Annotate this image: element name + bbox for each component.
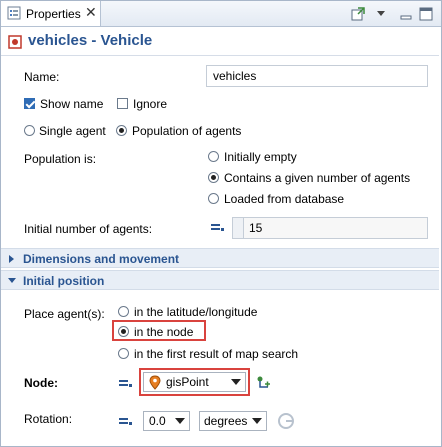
gis-point-icon <box>149 375 161 390</box>
section-dimensions-and-movement[interactable]: Dimensions and movement <box>1 248 439 268</box>
tab-properties[interactable]: Properties ✕ <box>1 1 101 26</box>
initially-empty-radio[interactable] <box>208 151 219 162</box>
static-value-icon[interactable] <box>118 376 134 390</box>
rotation-unit: degrees <box>204 414 248 428</box>
ignore-label: Ignore <box>133 97 168 111</box>
show-name-label: Show name <box>40 97 104 111</box>
field-gutter <box>233 218 244 238</box>
loaded-from-database-label: Loaded from database <box>224 192 345 206</box>
agent-type-icon <box>8 35 22 49</box>
ignore-checkbox[interactable] <box>117 98 128 109</box>
show-name-checkbox[interactable] <box>24 98 35 109</box>
in-the-node-radio[interactable] <box>118 326 129 337</box>
chevron-down-icon <box>231 379 241 385</box>
collapse-arrow-icon <box>8 278 16 283</box>
node-label: Node: <box>24 376 58 390</box>
title-divider <box>1 55 439 56</box>
latitude-longitude-label: in the latitude/longitude <box>134 305 258 319</box>
chevron-down-icon <box>175 418 185 424</box>
latitude-longitude-radio[interactable] <box>118 306 129 317</box>
select-on-map-icon[interactable] <box>256 375 272 391</box>
section-initial-position-label: Initial position <box>23 274 105 288</box>
given-number-label: Contains a given number of agents <box>224 171 411 185</box>
single-agent-radio[interactable] <box>24 125 35 136</box>
single-agent-label: Single agent <box>39 124 106 138</box>
section-dimensions-label: Dimensions and movement <box>23 252 180 266</box>
in-the-node-label: in the node <box>134 325 194 339</box>
view-menu-icon[interactable] <box>375 7 387 21</box>
rotation-value: 0.0 <box>149 414 166 428</box>
name-field[interactable]: vehicles <box>206 65 428 87</box>
population-of-agents-radio[interactable] <box>116 125 127 136</box>
rotation-dial-icon[interactable] <box>276 411 296 431</box>
map-search-label: in the first result of map search <box>134 347 299 361</box>
initial-number-value: 15 <box>249 221 263 235</box>
page-title: vehicles - Vehicle <box>28 32 153 49</box>
node-select[interactable]: gisPoint <box>143 372 246 392</box>
given-number-radio[interactable] <box>208 172 219 183</box>
minimize-icon[interactable] <box>399 7 413 21</box>
rotation-label: Rotation: <box>24 412 73 426</box>
tab-label: Properties <box>26 7 81 21</box>
static-value-icon[interactable] <box>210 220 226 234</box>
name-label: Name: <box>24 70 60 84</box>
expand-arrow-icon <box>9 255 14 263</box>
chevron-down-icon <box>252 418 262 424</box>
population-of-agents-label: Population of agents <box>132 124 242 138</box>
rotation-unit-select[interactable]: degrees <box>199 411 267 431</box>
maximize-icon[interactable] <box>419 7 433 21</box>
section-initial-position[interactable]: Initial position <box>1 270 439 290</box>
initially-empty-label: Initially empty <box>224 150 297 164</box>
node-select-value: gisPoint <box>166 375 209 389</box>
tab-bar: Properties ✕ <box>1 1 441 27</box>
rotation-value-select[interactable]: 0.0 <box>143 411 190 431</box>
place-agents-label: Place agent(s): <box>24 307 105 321</box>
static-value-icon[interactable] <box>118 414 134 428</box>
initial-number-field[interactable]: 15 <box>232 217 428 239</box>
initial-number-label: Initial number of agents: <box>24 222 153 236</box>
close-icon[interactable]: ✕ <box>85 4 97 21</box>
pin-editor-icon[interactable] <box>351 7 365 21</box>
map-search-radio[interactable] <box>118 348 129 359</box>
loaded-from-database-radio[interactable] <box>208 193 219 204</box>
population-is-label: Population is: <box>24 152 97 166</box>
properties-icon <box>7 6 21 20</box>
